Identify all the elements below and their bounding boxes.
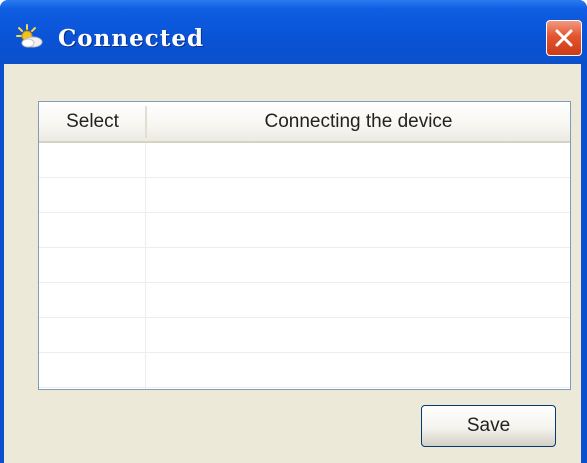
close-button[interactable] [546, 20, 582, 56]
table-row[interactable] [39, 178, 570, 213]
select-cell[interactable] [39, 353, 145, 387]
select-cell[interactable] [39, 318, 145, 352]
table-row[interactable] [39, 248, 570, 283]
select-cell[interactable] [39, 213, 145, 247]
table-row[interactable] [39, 318, 570, 353]
select-cell[interactable] [39, 143, 145, 177]
device-cell[interactable] [146, 283, 570, 317]
device-table: Select Connecting the device [38, 101, 571, 390]
title-bar[interactable]: Connected [0, 0, 587, 64]
column-header-device[interactable]: Connecting the device [147, 102, 570, 141]
device-cell[interactable] [146, 353, 570, 387]
device-cell[interactable] [146, 143, 570, 177]
table-row[interactable] [39, 283, 570, 318]
column-header-select[interactable]: Select [39, 102, 146, 141]
table-body [39, 143, 570, 389]
close-icon [555, 29, 573, 47]
device-cell[interactable] [146, 178, 570, 212]
sun-icon [16, 24, 46, 50]
table-row[interactable] [39, 143, 570, 178]
table-row[interactable] [39, 213, 570, 248]
dialog-body: Select Connecting the device Save [4, 64, 581, 463]
dialog-window: Connected Select Connecting the device S… [0, 0, 587, 463]
window-title: Connected [58, 25, 205, 52]
select-cell[interactable] [39, 178, 145, 212]
device-cell[interactable] [146, 318, 570, 352]
select-cell[interactable] [39, 283, 145, 317]
window-frame-right [581, 64, 587, 463]
device-cell[interactable] [146, 248, 570, 282]
table-header: Select Connecting the device [39, 102, 570, 143]
save-button[interactable]: Save [421, 405, 556, 447]
select-cell[interactable] [39, 248, 145, 282]
device-cell[interactable] [146, 213, 570, 247]
table-row[interactable] [39, 353, 570, 388]
